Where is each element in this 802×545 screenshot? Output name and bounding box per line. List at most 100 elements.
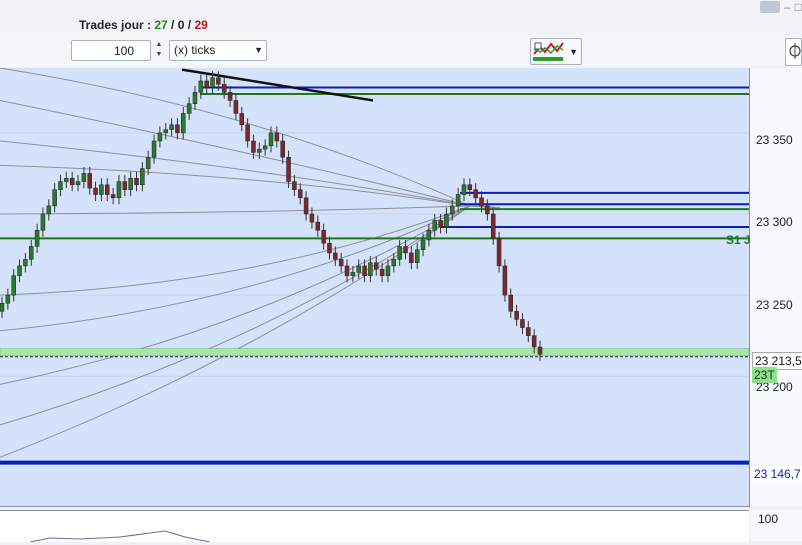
candle-body (280, 140, 285, 158)
candle-body (75, 181, 81, 186)
candle-body (169, 124, 174, 130)
candle-body (485, 205, 490, 215)
candle-body (496, 238, 502, 267)
candle-body (455, 194, 461, 207)
window-controls: – □ (760, 0, 802, 14)
candle-body (438, 220, 443, 228)
candle-body (151, 140, 157, 158)
candle-body (216, 77, 221, 85)
top-bar: Trades jour : 27 / 0 / 29 – □ (0, 0, 802, 36)
candle-body (69, 178, 75, 186)
quantity-stepper[interactable]: ▲ ▼ (153, 40, 165, 61)
trades-total: 29 (194, 18, 208, 32)
candle-body (502, 265, 508, 296)
keyboard-icon[interactable] (760, 1, 781, 13)
candle-body (450, 205, 455, 215)
candle-body (204, 80, 209, 88)
candle-body (23, 259, 28, 267)
crosshair-icon (789, 43, 801, 59)
candle-body (251, 140, 256, 153)
candle-body (262, 145, 268, 150)
candle-body (34, 229, 40, 247)
candle-body (309, 213, 315, 223)
strategy-button[interactable]: ▼ (530, 38, 582, 65)
price-axis: 23 350 23 300 23 250 23 200 (750, 68, 802, 506)
moving-average-curve (0, 140, 501, 209)
side-panel-icon[interactable] (785, 38, 802, 66)
candle-body (210, 77, 215, 88)
trades-separator-2: / (184, 18, 195, 32)
stepper-down-icon[interactable]: ▼ (153, 50, 165, 60)
position-zone (0, 348, 750, 356)
candle-body (257, 148, 262, 153)
maximize-icon[interactable]: □ (795, 0, 802, 14)
candle-body (338, 259, 344, 267)
candle-body (268, 132, 274, 147)
candle-body (274, 132, 280, 142)
price-chart[interactable] (0, 67, 750, 507)
candle-body (239, 113, 245, 126)
strategy-chart-icon (533, 42, 564, 61)
minimize-icon[interactable]: – (784, 0, 791, 14)
candle-body (175, 124, 180, 134)
candle-body (397, 246, 402, 260)
price-axis-tick: 23 300 (756, 215, 793, 229)
candle-body (81, 173, 87, 182)
indicator-axis: 100 (750, 510, 802, 541)
candle-body (192, 92, 198, 104)
candle-body (479, 197, 484, 207)
candle-body (157, 132, 163, 142)
candle-body (122, 181, 128, 190)
candle-body (198, 80, 204, 93)
candle-body (105, 184, 110, 195)
candle-body (245, 124, 250, 142)
position-tag[interactable]: 23T (752, 367, 777, 383)
candle-body (17, 265, 22, 276)
trades-separator: / (167, 18, 178, 32)
candle-body (110, 194, 116, 199)
moving-average-curve (0, 67, 501, 209)
candle-body (140, 168, 145, 186)
candle-body (128, 178, 133, 190)
indicator-axis-tick: 100 (758, 512, 779, 526)
candle-body (409, 252, 414, 263)
candle-body (531, 335, 537, 348)
price-axis-tick: 23 350 (756, 133, 793, 147)
candle-body (327, 242, 332, 254)
candle-body (537, 346, 543, 355)
candle-body (321, 229, 326, 244)
candle-body (379, 268, 385, 276)
unit-select-value: (x) ticks (174, 43, 216, 57)
candle-body (362, 265, 367, 276)
unit-select[interactable]: (x) ticks ▼ (169, 40, 267, 61)
candle-body (64, 178, 69, 182)
candle-body (473, 189, 478, 199)
chart-canvas (0, 67, 750, 465)
candle-body (233, 100, 239, 114)
candle-body (315, 221, 321, 231)
candle-body (420, 239, 426, 250)
candle-body (87, 173, 92, 189)
candle-body (52, 189, 57, 207)
candle-body (297, 189, 303, 199)
candle-body (526, 327, 531, 336)
candle-body (163, 129, 168, 134)
candle-body (303, 197, 309, 215)
candle-body (467, 184, 473, 190)
candle-body (5, 294, 11, 304)
candle-body (134, 178, 139, 186)
chevron-down-icon: ▼ (254, 45, 263, 55)
price-axis-tick: 23 250 (756, 298, 793, 312)
candle-body (426, 229, 432, 241)
candle-body (28, 246, 34, 260)
candle-body (145, 156, 151, 169)
candle-body (490, 213, 496, 239)
indicator-panel[interactable] (0, 510, 749, 543)
quantity-input[interactable]: 100 (71, 40, 151, 61)
stepper-up-icon[interactable]: ▲ (153, 40, 165, 50)
moving-average-curve (0, 205, 501, 296)
candle-body (344, 265, 350, 276)
candle-body (186, 103, 192, 114)
candle-body (374, 262, 379, 270)
candle-body (99, 184, 104, 195)
